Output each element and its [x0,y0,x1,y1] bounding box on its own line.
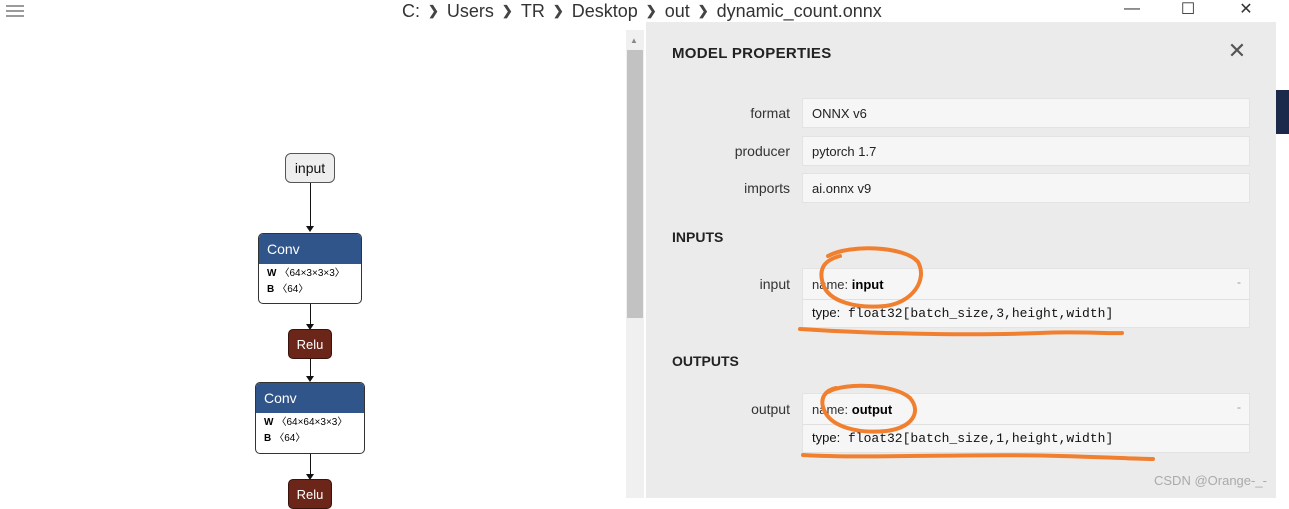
watermark: CSDN @Orange-_- [1154,473,1267,488]
annotation-circle-output [820,383,917,434]
orange-annotation-overlay [798,246,1155,461]
annotation-circle-input [819,246,923,309]
annotation-underline-output [801,453,1155,461]
background-image-fragment [1276,90,1289,134]
background-window-strip [1276,0,1289,498]
annotation-underline-input [798,327,1124,337]
